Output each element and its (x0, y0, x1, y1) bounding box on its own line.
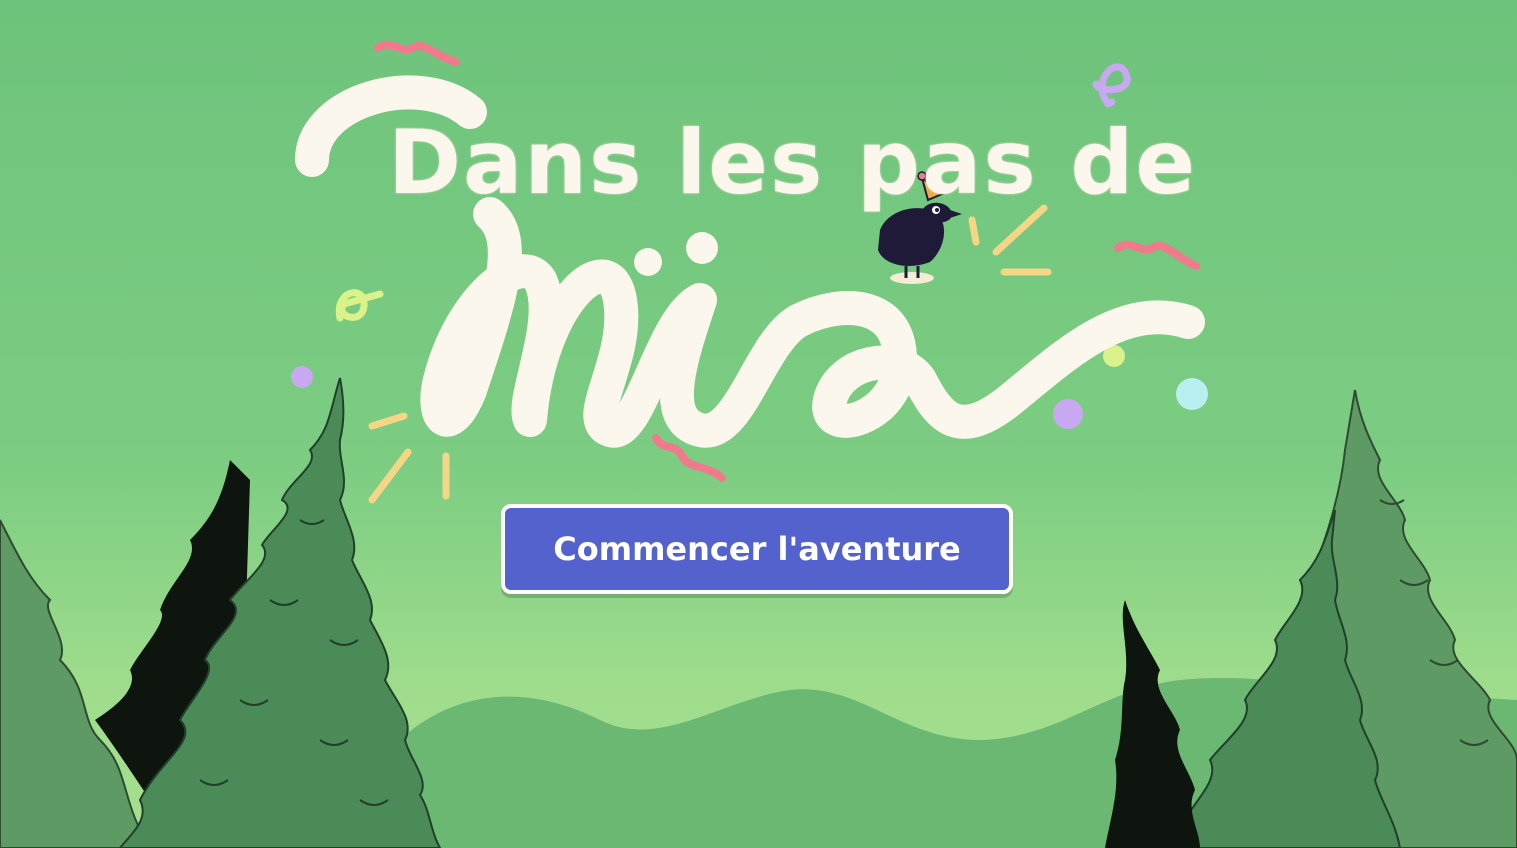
start-adventure-button[interactable]: Commencer l'aventure (501, 504, 1013, 594)
game-title-line-2: mia (420, 196, 1220, 476)
confetti-dot (291, 366, 313, 388)
